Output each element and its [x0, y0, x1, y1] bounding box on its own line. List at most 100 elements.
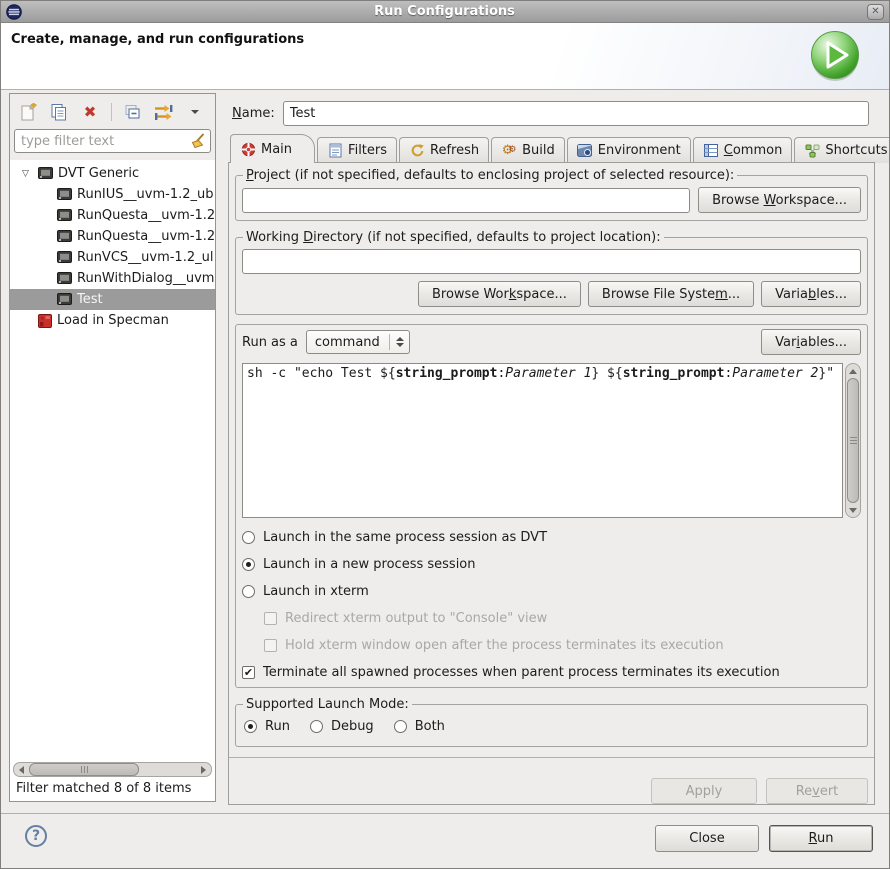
scrollbar-thumb[interactable] — [29, 763, 139, 776]
tab-filters[interactable]: Filters — [317, 137, 397, 163]
tree-item-load-in-specman[interactable]: Load in Specman — [10, 310, 215, 331]
option-label: Launch in the same process session as DV… — [263, 530, 547, 545]
wd-browse-workspace-button[interactable]: Browse Workspace... — [418, 281, 581, 307]
close-icon[interactable]: ✕ — [867, 4, 884, 20]
launch-mode-debug[interactable]: Debug — [310, 719, 374, 734]
command-variables-button[interactable]: Variables... — [761, 329, 861, 355]
checkbox-terminate-spawned[interactable] — [242, 666, 255, 679]
command-scrollbar[interactable] — [845, 363, 861, 518]
titlebar[interactable]: Run Configurations ✕ — [1, 1, 889, 23]
scroll-left-icon[interactable] — [14, 763, 29, 776]
command-group: Run as a command Variables... sh -c "ech… — [235, 324, 868, 688]
option-redirect-xterm: Redirect xterm output to "Console" view — [264, 611, 861, 626]
scroll-up-icon[interactable] — [849, 364, 857, 378]
working-directory-group-label: Working Directory (if not specified, def… — [243, 230, 664, 245]
tree-item-dvt-generic[interactable]: ▽ DVT Generic — [10, 163, 215, 184]
help-icon[interactable]: ? — [25, 825, 47, 847]
tree-item-label: RunIUS__uvm-1.2_ub — [77, 187, 213, 202]
launch-mode-run[interactable]: Run — [244, 719, 290, 734]
dialog-button-bar: ? Close Run — [1, 813, 889, 869]
run-as-value: command — [315, 335, 380, 350]
tree-horizontal-scrollbar[interactable] — [13, 762, 212, 777]
shortcuts-tab-icon — [804, 143, 820, 159]
tree-item-label: RunQuesta__uvm-1.2 — [77, 208, 215, 223]
radio-new-session[interactable] — [242, 558, 255, 571]
expander-icon[interactable]: ▽ — [18, 169, 33, 179]
run-configuration-icon — [57, 230, 72, 243]
launch-mode-group-label: Supported Launch Mode: — [243, 697, 412, 712]
tree-item-runquesta-1[interactable]: RunQuesta__uvm-1.2 — [10, 205, 215, 226]
option-label: Terminate all spawned processes when par… — [263, 665, 780, 680]
menu-chevron-icon[interactable] — [185, 102, 205, 122]
command-input[interactable]: sh -c "echo Test ${string_prompt:Paramet… — [242, 363, 843, 518]
launch-mode-group: Supported Launch Mode: Run Debug Both — [235, 697, 868, 747]
run-button[interactable]: Run — [769, 825, 873, 852]
option-label: Launch in a new process session — [263, 557, 476, 572]
radio-run-mode[interactable] — [244, 720, 257, 733]
clear-filter-icon[interactable] — [190, 133, 206, 149]
close-button[interactable]: Close — [655, 825, 759, 852]
run-configuration-icon — [57, 209, 72, 222]
specman-icon — [38, 314, 52, 328]
main-tab-icon — [240, 141, 256, 157]
filter-configurations-icon[interactable] — [154, 102, 174, 122]
duplicate-icon[interactable] — [49, 102, 69, 122]
radio-debug-mode[interactable] — [310, 720, 323, 733]
tab-common[interactable]: Common — [693, 137, 793, 163]
radio-same-session[interactable] — [242, 531, 255, 544]
filter-input[interactable] — [14, 129, 211, 153]
checkbox-hold-xterm — [264, 639, 277, 652]
launch-option-xterm[interactable]: Launch in xterm — [242, 584, 861, 599]
wd-browse-file-system-button[interactable]: Browse File System... — [588, 281, 754, 307]
radio-both-mode[interactable] — [394, 720, 407, 733]
tree-item-runwithdialog[interactable]: RunWithDialog__uvm — [10, 268, 215, 289]
working-directory-group: Working Directory (if not specified, def… — [235, 230, 868, 315]
delete-icon[interactable]: ✖ — [80, 102, 100, 122]
tab-build[interactable]: ⚙⚙ Build — [491, 137, 565, 163]
option-label: Both — [415, 719, 445, 734]
project-input[interactable] — [242, 188, 690, 213]
tree-item-label: RunWithDialog__uvm — [77, 271, 214, 286]
option-label: Hold xterm window open after the process… — [285, 638, 724, 653]
apply-button[interactable]: Apply — [651, 778, 757, 804]
tab-refresh[interactable]: Refresh — [399, 137, 489, 163]
run-configuration-icon — [57, 272, 72, 285]
tree-item-runquesta-2[interactable]: RunQuesta__uvm-1.2 — [10, 226, 215, 247]
tab-main[interactable]: Main — [230, 134, 315, 163]
run-configuration-icon — [57, 293, 72, 306]
new-configuration-icon[interactable] — [18, 102, 38, 122]
revert-button[interactable]: Revert — [766, 778, 868, 804]
tree-item-runius[interactable]: RunIUS__uvm-1.2_ub — [10, 184, 215, 205]
name-input[interactable] — [283, 101, 869, 126]
tab-label: Shortcuts — [825, 143, 887, 158]
tab-shortcuts[interactable]: Shortcuts — [794, 137, 890, 163]
wd-variables-button[interactable]: Variables... — [761, 281, 861, 307]
environment-tab-icon — [577, 143, 593, 159]
launch-mode-both[interactable]: Both — [394, 719, 445, 734]
run-wizard-icon — [808, 29, 862, 83]
option-hold-xterm: Hold xterm window open after the process… — [264, 638, 861, 653]
tree-item-runvcs[interactable]: RunVCS__uvm-1.2_ul — [10, 247, 215, 268]
scroll-down-icon[interactable] — [849, 503, 857, 517]
config-tree[interactable]: ▽ DVT Generic RunIUS__uvm-1.2_ub RunQues… — [10, 160, 215, 760]
sidebar-toolbar: ✖ — [14, 99, 211, 125]
tree-item-label: RunVCS__uvm-1.2_ul — [77, 250, 213, 265]
scroll-right-icon[interactable] — [196, 763, 211, 776]
run-configuration-icon — [57, 251, 72, 264]
launch-option-same-session[interactable]: Launch in the same process session as DV… — [242, 530, 861, 545]
scrollbar-thumb[interactable] — [847, 378, 859, 503]
option-label: Redirect xterm output to "Console" view — [285, 611, 547, 626]
run-as-select[interactable]: command — [306, 330, 410, 354]
working-directory-input[interactable] — [242, 249, 861, 274]
filters-tab-icon — [327, 143, 343, 159]
radio-xterm[interactable] — [242, 585, 255, 598]
project-browse-workspace-button[interactable]: Browse Workspace... — [698, 187, 861, 213]
tree-item-test[interactable]: Test — [10, 289, 215, 310]
tab-environment[interactable]: Environment — [567, 137, 691, 163]
launch-option-new-session[interactable]: Launch in a new process session — [242, 557, 861, 572]
option-terminate-spawned[interactable]: Terminate all spawned processes when par… — [242, 665, 861, 680]
tab-label: Filters — [348, 143, 387, 158]
common-tab-icon — [703, 143, 719, 159]
collapse-all-icon[interactable] — [123, 102, 143, 122]
run-as-label: Run as a — [242, 335, 298, 350]
